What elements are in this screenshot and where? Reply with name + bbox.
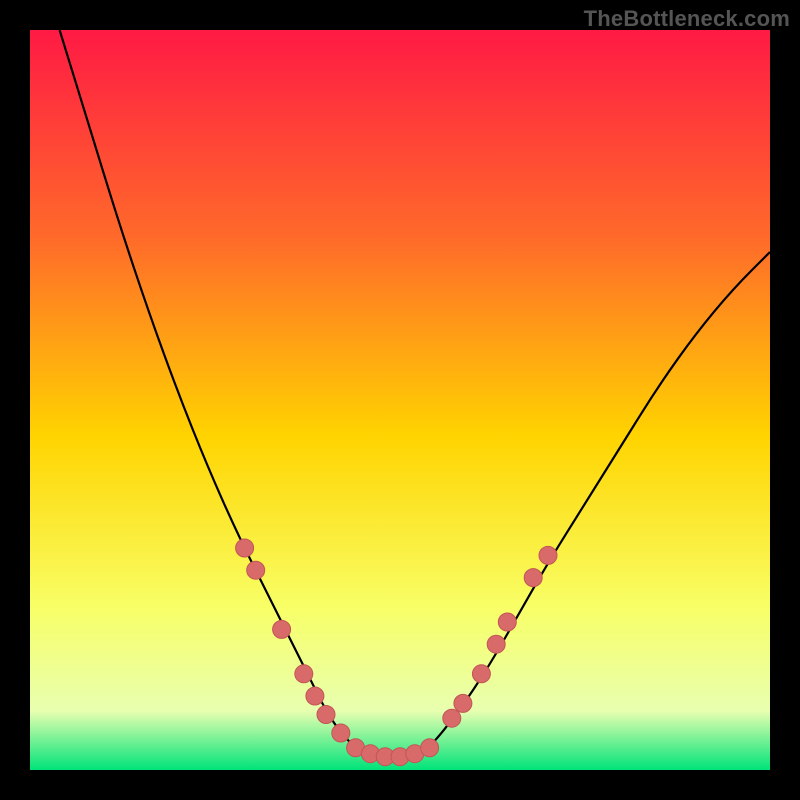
- data-marker: [247, 561, 265, 579]
- data-marker: [472, 665, 490, 683]
- gradient-background: [30, 30, 770, 770]
- data-marker: [524, 569, 542, 587]
- data-marker: [454, 694, 472, 712]
- plot-svg: [30, 30, 770, 770]
- data-marker: [539, 546, 557, 564]
- data-marker: [273, 620, 291, 638]
- data-marker: [306, 687, 324, 705]
- data-marker: [498, 613, 516, 631]
- data-marker: [421, 739, 439, 757]
- chart-frame: TheBottleneck.com: [0, 0, 800, 800]
- data-marker: [236, 539, 254, 557]
- data-marker: [332, 724, 350, 742]
- data-marker: [295, 665, 313, 683]
- data-marker: [487, 635, 505, 653]
- data-marker: [317, 706, 335, 724]
- watermark-text: TheBottleneck.com: [584, 6, 790, 32]
- data-marker: [443, 709, 461, 727]
- plot-area: [30, 30, 770, 770]
